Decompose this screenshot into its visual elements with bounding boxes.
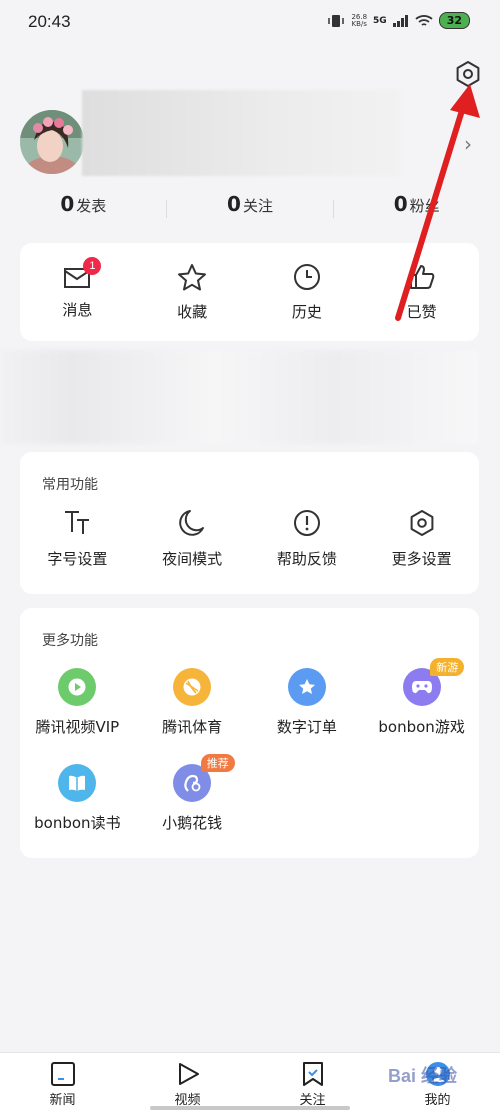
quick-label: 收藏 — [177, 302, 208, 321]
night-mode[interactable]: 夜间模式 — [135, 508, 250, 569]
common-functions-card: 常用功能 字号设置 夜间模式 帮助反馈 更多设置 — [20, 452, 479, 594]
function-label: 小鹅花钱 — [162, 814, 223, 832]
quick-item-messages[interactable]: 1 消息 — [20, 256, 135, 320]
vibrate-icon — [328, 14, 345, 27]
stat-label: 关注 — [242, 197, 273, 215]
nav-label: 我的 — [424, 1093, 451, 1108]
quick-label: 消息 — [62, 300, 93, 319]
bonbon-games[interactable]: 新游 bonbon游戏 — [364, 658, 479, 737]
quick-label: 历史 — [291, 302, 322, 321]
font-size-icon — [65, 511, 90, 534]
section-title: 更多功能 — [42, 633, 98, 649]
quick-item-liked[interactable]: 已赞 — [364, 263, 479, 322]
status-icons: 26.8 KB/s 5G 32 — [327, 12, 470, 29]
function-label: 夜间模式 — [162, 550, 223, 568]
profile-stats: 0 发表 0 关注 0 粉丝 — [0, 192, 500, 228]
tencent-sports[interactable]: 腾讯体育 — [135, 668, 250, 737]
digital-orders[interactable]: 数字订单 — [250, 668, 365, 737]
function-label: 腾讯体育 — [162, 718, 223, 736]
function-label: bonbon读书 — [34, 814, 121, 832]
nav-follow[interactable]: 关注 — [250, 1053, 375, 1113]
stat-following[interactable]: 0 关注 — [167, 192, 334, 228]
status-bar: 20:43 26.8 KB/s 5G 32 — [0, 0, 500, 46]
stat-label: 粉丝 — [409, 197, 440, 215]
function-label: 字号设置 — [47, 550, 108, 568]
network-type: 5G — [373, 15, 387, 26]
watermark: Bai 经验 — [388, 1066, 458, 1086]
function-label: bonbon游戏 — [378, 718, 465, 736]
status-time: 20:43 — [28, 12, 71, 31]
play-icon — [58, 668, 97, 706]
font-size-setting[interactable]: 字号设置 — [20, 508, 135, 569]
clock-icon — [293, 263, 320, 290]
stat-fans[interactable]: 0 粉丝 — [333, 192, 500, 228]
quick-item-history[interactable]: 历史 — [250, 263, 365, 322]
news-icon — [50, 1062, 75, 1086]
book-icon — [58, 764, 97, 802]
stat-count: 0 — [393, 192, 408, 216]
video-icon — [178, 1063, 199, 1085]
hexagon-settings-icon — [410, 510, 434, 536]
nav-label: 新闻 — [49, 1093, 76, 1108]
bookmark-icon — [302, 1062, 323, 1086]
signal-icon — [392, 14, 408, 27]
exclamation-circle-icon — [293, 510, 320, 536]
section-title: 常用功能 — [42, 477, 98, 493]
more-functions-card: 更多功能 腾讯视频VIP 腾讯体育 数字订单 新游 bonbon游戏 bonbo… — [20, 608, 479, 858]
function-label: 更多设置 — [391, 550, 452, 568]
help-feedback[interactable]: 帮助反馈 — [250, 508, 365, 569]
xiaoe-spending[interactable]: 推荐 小鹅花钱 — [135, 754, 250, 833]
wifi-icon — [415, 14, 433, 26]
battery-indicator: 32 — [438, 12, 470, 29]
more-settings[interactable]: 更多设置 — [364, 508, 479, 569]
avatar[interactable] — [20, 110, 84, 174]
stat-posts[interactable]: 0 发表 — [0, 192, 167, 228]
bonbon-reading[interactable]: bonbon读书 — [20, 764, 135, 833]
function-label: 帮助反馈 — [276, 550, 337, 568]
function-label: 数字订单 — [276, 718, 337, 736]
divider — [333, 200, 334, 218]
nav-news[interactable]: 新闻 — [0, 1053, 125, 1113]
tencent-video-vip[interactable]: 腾讯视频VIP — [20, 668, 135, 737]
nav-video[interactable]: 视频 — [125, 1053, 250, 1113]
home-indicator — [150, 1106, 350, 1110]
stat-count: 0 — [227, 192, 241, 216]
star-icon — [178, 263, 207, 290]
settings-icon[interactable] — [452, 58, 484, 90]
chevron-right-icon[interactable]: › — [464, 132, 472, 156]
quick-label: 已赞 — [406, 302, 437, 321]
stat-count: 0 — [60, 192, 75, 216]
ball-icon — [173, 668, 212, 706]
stat-label: 发表 — [76, 197, 107, 215]
moon-icon — [179, 510, 205, 536]
quick-item-favorites[interactable]: 收藏 — [135, 263, 250, 322]
new-game-tag: 新游 — [430, 658, 465, 676]
divider — [166, 200, 167, 218]
banner-blurred[interactable] — [0, 350, 478, 444]
star-badge-icon — [287, 668, 326, 706]
message-badge: 1 — [83, 256, 102, 275]
username-blurred[interactable] — [82, 90, 402, 176]
function-label: 腾讯视频VIP — [35, 718, 120, 736]
thumbs-up-icon — [409, 264, 434, 289]
recommend-tag: 推荐 — [200, 754, 235, 772]
network-speed: 26.8 KB/s — [351, 12, 368, 28]
quick-actions-card: 1 消息 收藏 历史 已赞 — [20, 243, 479, 341]
